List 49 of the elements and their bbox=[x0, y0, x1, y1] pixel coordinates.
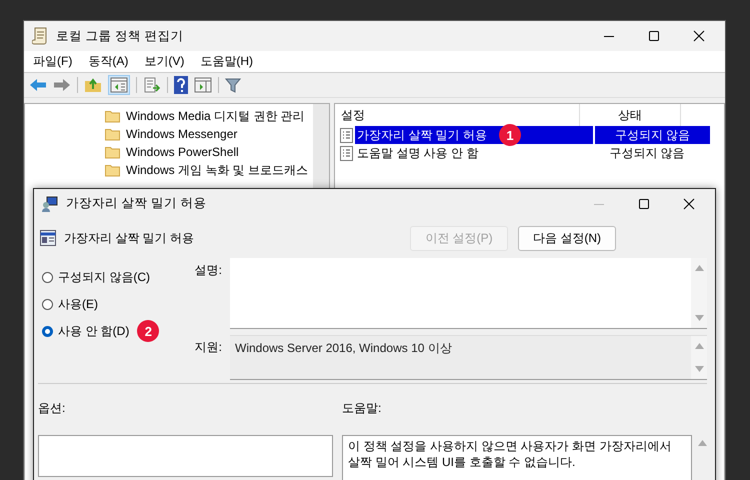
tree-item[interactable]: Windows Media 디지털 권한 관리 bbox=[126, 108, 305, 124]
radio-option[interactable]: 구성되지 않음(C) bbox=[38, 268, 150, 286]
radio-option[interactable]: 사용(E) bbox=[38, 295, 98, 313]
menu-item[interactable]: 보기(V) bbox=[144, 53, 184, 70]
export-list-icon[interactable] bbox=[143, 77, 161, 93]
forward-arrow-icon[interactable] bbox=[53, 78, 71, 92]
setting-state: 구성되지 않음 bbox=[595, 126, 710, 144]
setting-name[interactable]: 도움말 설명 사용 안 함 bbox=[355, 144, 595, 162]
policy-icon bbox=[340, 128, 353, 142]
policy-icon bbox=[340, 146, 353, 160]
tree-item[interactable]: Windows Messenger bbox=[126, 127, 238, 141]
help-label: 도움말: bbox=[342, 400, 382, 417]
filter-icon[interactable] bbox=[225, 77, 241, 93]
setting-state: 구성되지 않음 bbox=[608, 144, 686, 162]
help-icon[interactable] bbox=[174, 76, 188, 94]
maximize-icon[interactable] bbox=[638, 198, 650, 210]
close-icon[interactable] bbox=[683, 198, 695, 210]
menu-item[interactable]: 동작(A) bbox=[88, 53, 128, 70]
tree-item[interactable]: Windows PowerShell bbox=[126, 145, 239, 159]
support-label: 지원: bbox=[194, 339, 222, 356]
folder-icon bbox=[105, 164, 120, 176]
help-text: 이 정책 설정을 사용하지 않으면 사용자가 화면 가장자리에서 살짝 밀어 시스템 UI를 호출할 수 없습니다. bbox=[348, 439, 672, 469]
support-box: Windows Server 2016, Windows 10 이상 bbox=[230, 335, 707, 380]
dialog-title: 가장자리 살짝 밀기 허용 bbox=[66, 195, 206, 212]
scroll-icon bbox=[32, 27, 48, 45]
step-badge: 2 bbox=[137, 320, 160, 342]
folder-up-icon[interactable] bbox=[84, 77, 102, 93]
maximize-icon[interactable] bbox=[648, 30, 660, 42]
menu-item[interactable]: 도움말(H) bbox=[200, 53, 253, 70]
description-label: 설명: bbox=[194, 262, 222, 279]
radio-option[interactable]: 사용 안 함(D) bbox=[38, 322, 130, 340]
menu-item[interactable]: 파일(F) bbox=[33, 53, 72, 70]
action-pane-icon[interactable] bbox=[194, 77, 212, 93]
column-header[interactable]: 설정 bbox=[341, 104, 579, 126]
computer-user-icon bbox=[42, 196, 58, 212]
folder-icon bbox=[105, 128, 120, 140]
scroll-up-icon[interactable] bbox=[698, 440, 707, 446]
setting-heading: 가장자리 살짝 밀기 허용 bbox=[64, 230, 194, 246]
setting-icon bbox=[40, 230, 56, 246]
folder-icon bbox=[105, 110, 120, 122]
window-title: 로컬 그룹 정책 편집기 bbox=[56, 28, 184, 44]
step-badge: 1 bbox=[499, 124, 521, 146]
options-label: 옵션: bbox=[38, 400, 66, 417]
back-arrow-icon[interactable] bbox=[29, 78, 47, 92]
nav-button[interactable]: 다음 설정(N) bbox=[518, 226, 616, 250]
folder-icon bbox=[105, 146, 120, 158]
tree-item[interactable]: Windows 게임 녹화 및 브로드캐스 bbox=[126, 162, 308, 178]
tree-toggle-button[interactable] bbox=[108, 75, 130, 95]
close-icon[interactable] bbox=[693, 30, 705, 42]
